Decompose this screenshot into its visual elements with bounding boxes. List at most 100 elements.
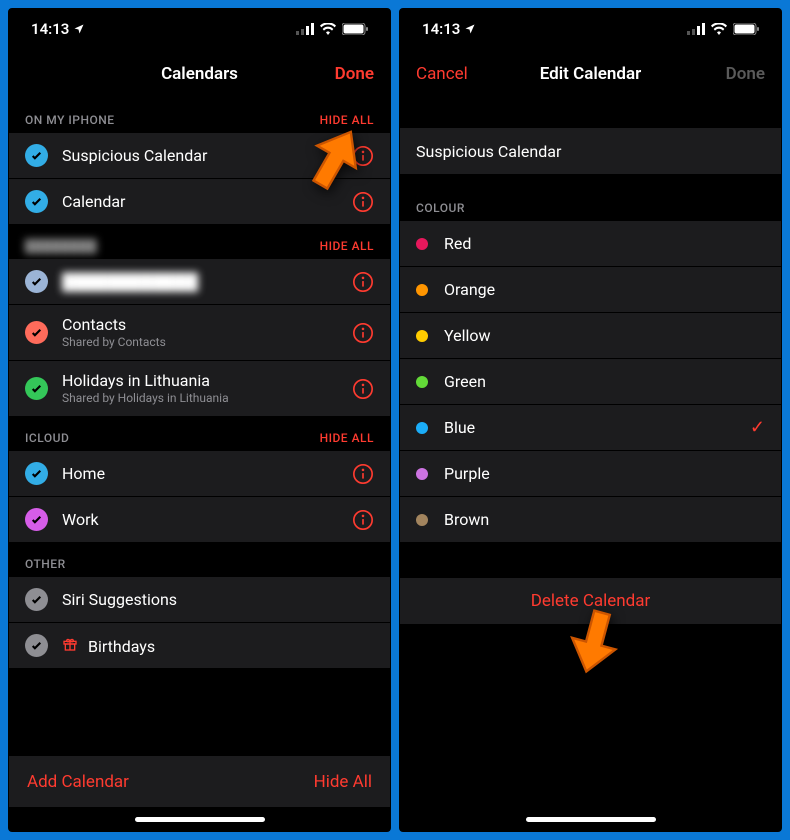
status-time: 14:13 (422, 20, 460, 38)
delete-calendar-button[interactable]: Delete Calendar (400, 577, 781, 625)
colour-row-brown[interactable]: Brown (400, 497, 781, 543)
cellular-icon (296, 23, 314, 35)
done-button[interactable]: Done (294, 64, 374, 84)
navbar: Calendars Done (9, 49, 390, 99)
calendar-label: Siri Suggestions (62, 591, 374, 609)
calendar-row-home[interactable]: Home (9, 451, 390, 497)
edit-calendar-screen: 14:13 Cancel Edit Calendar Done COLOUR R… (399, 8, 782, 832)
page-title: Edit Calendar (496, 64, 685, 84)
colour-row-purple[interactable]: Purple (400, 451, 781, 497)
check-icon[interactable] (25, 508, 48, 531)
calendar-label: Suspicious Calendar (62, 147, 352, 165)
calendar-row-birthdays[interactable]: Birthdays (9, 623, 390, 669)
calendar-row-holidays[interactable]: Holidays in Lithuania Shared by Holidays… (9, 361, 390, 417)
page-title: Calendars (105, 64, 294, 84)
calendar-label: Birthdays (62, 636, 374, 656)
status-bar: 14:13 (400, 9, 781, 49)
info-icon[interactable] (352, 191, 374, 213)
calendar-label: Home (62, 465, 352, 483)
navbar: Cancel Edit Calendar Done (400, 49, 781, 99)
checkmark-icon: ✓ (750, 417, 765, 438)
wifi-icon (320, 23, 336, 35)
colour-dot-icon (416, 376, 428, 388)
colour-label: Purple (444, 465, 490, 483)
wifi-icon (711, 23, 727, 35)
calendar-row-suspicious[interactable]: Suspicious Calendar (9, 133, 390, 179)
colour-dot-icon (416, 238, 428, 250)
info-icon[interactable] (352, 271, 374, 293)
section-header-icloud: ICLOUD HIDE ALL (9, 417, 390, 451)
colour-label: Green (444, 373, 486, 391)
hide-all-button[interactable]: HIDE ALL (320, 113, 374, 127)
calendar-row-siri[interactable]: Siri Suggestions (9, 577, 390, 623)
calendar-label: Calendar (62, 193, 352, 211)
colour-dot-icon (416, 284, 428, 296)
battery-icon (342, 23, 368, 35)
colour-row-green[interactable]: Green (400, 359, 781, 405)
section-header-colour: COLOUR (400, 175, 781, 221)
colour-label: Orange (444, 281, 495, 299)
hide-all-button[interactable]: Hide All (314, 772, 372, 792)
section-header-other: OTHER (9, 543, 390, 577)
calendars-screen: 14:13 Calendars Done ON MY IPHONE HIDE A… (8, 8, 391, 832)
check-icon[interactable] (25, 321, 48, 344)
calendar-row-work[interactable]: Work (9, 497, 390, 543)
colour-label: Blue (444, 419, 475, 437)
colour-dot-icon (416, 330, 428, 342)
colour-row-yellow[interactable]: Yellow (400, 313, 781, 359)
colour-label: Brown (444, 511, 489, 529)
section-header-account: ████████ HIDE ALL (9, 225, 390, 259)
hide-all-button[interactable]: HIDE ALL (320, 431, 374, 445)
check-icon[interactable] (25, 634, 48, 657)
home-indicator[interactable] (9, 807, 390, 831)
calendar-label: Work (62, 511, 352, 529)
check-icon[interactable] (25, 377, 48, 400)
gift-icon (62, 636, 78, 652)
info-icon[interactable] (352, 463, 374, 485)
battery-icon (733, 23, 759, 35)
colour-row-orange[interactable]: Orange (400, 267, 781, 313)
colour-row-blue[interactable]: Blue ✓ (400, 405, 781, 451)
calendar-label: Holidays in Lithuania (62, 372, 352, 390)
calendar-label: Contacts (62, 316, 352, 334)
footer-toolbar: Add Calendar Hide All (9, 755, 390, 807)
check-icon[interactable] (25, 190, 48, 213)
calendar-sublabel: Shared by Holidays in Lithuania (62, 391, 352, 405)
check-icon[interactable] (25, 270, 48, 293)
calendar-name-input[interactable] (416, 142, 765, 161)
calendar-name-field[interactable] (400, 127, 781, 175)
cellular-icon (687, 23, 705, 35)
cancel-button[interactable]: Cancel (416, 64, 496, 84)
colour-dot-icon (416, 422, 428, 434)
edit-form[interactable]: COLOUR Red Orange Yellow Green Blue ✓ Pu… (400, 99, 781, 807)
calendar-label: ████████████ (62, 273, 352, 291)
info-icon[interactable] (352, 509, 374, 531)
colour-label: Yellow (444, 327, 491, 345)
hide-all-button[interactable]: HIDE ALL (320, 239, 374, 253)
colour-row-red[interactable]: Red (400, 221, 781, 267)
status-bar: 14:13 (9, 9, 390, 49)
calendar-row-redacted[interactable]: ████████████ (9, 259, 390, 305)
calendar-row-contacts[interactable]: Contacts Shared by Contacts (9, 305, 390, 361)
calendar-sublabel: Shared by Contacts (62, 335, 352, 349)
info-icon[interactable] (352, 145, 374, 167)
info-icon[interactable] (352, 378, 374, 400)
status-right (296, 23, 368, 35)
colour-dot-icon (416, 514, 428, 526)
location-icon (73, 23, 85, 35)
check-icon[interactable] (25, 144, 48, 167)
add-calendar-button[interactable]: Add Calendar (27, 772, 129, 792)
calendar-list[interactable]: ON MY IPHONE HIDE ALL Suspicious Calenda… (9, 99, 390, 755)
status-right (687, 23, 759, 35)
colour-label: Red (444, 235, 471, 253)
calendar-row-calendar[interactable]: Calendar (9, 179, 390, 225)
done-button-disabled: Done (685, 64, 765, 84)
location-icon (464, 23, 476, 35)
check-icon[interactable] (25, 462, 48, 485)
colour-dot-icon (416, 468, 428, 480)
info-icon[interactable] (352, 322, 374, 344)
check-icon[interactable] (25, 588, 48, 611)
status-time: 14:13 (31, 20, 69, 38)
home-indicator[interactable] (400, 807, 781, 831)
section-header-iphone: ON MY IPHONE HIDE ALL (9, 99, 390, 133)
